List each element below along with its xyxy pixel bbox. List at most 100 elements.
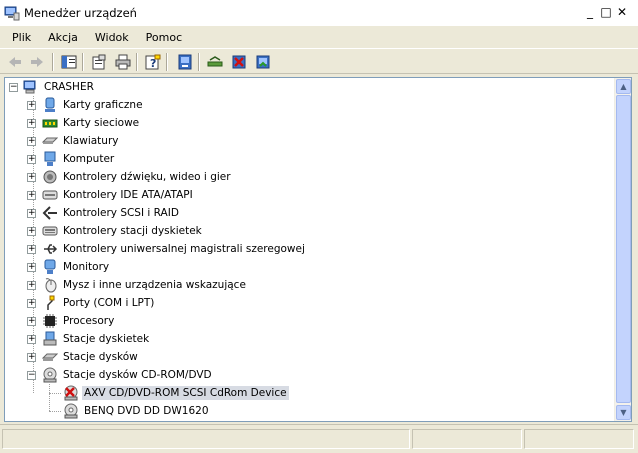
forward-button[interactable] (28, 53, 46, 71)
help-button[interactable]: ? (144, 53, 162, 71)
status-bar (0, 424, 638, 453)
cdrom-drive-icon (64, 403, 78, 419)
update-driver-button[interactable] (206, 53, 224, 71)
collapse-icon[interactable]: − (9, 82, 18, 92)
device-view-button[interactable] (176, 53, 194, 71)
device-view-icon (178, 54, 192, 70)
computer-icon (44, 151, 56, 166)
tree-item-processors[interactable]: + Procesory (27, 312, 116, 330)
selected-device-label: AXV CD/DVD-ROM SCSI CdRom Device (82, 386, 289, 400)
device-manager-window: Menedżer urządzeń _ □ ✕ Plik Akcja Widok… (0, 0, 638, 453)
expand-icon[interactable]: + (27, 190, 36, 200)
expand-icon[interactable]: + (27, 316, 36, 326)
print-button[interactable] (114, 53, 132, 71)
toolbar-separator (82, 53, 84, 71)
tree-item-keyboards[interactable]: + Klawiatury (27, 132, 120, 150)
expand-icon[interactable]: + (27, 154, 36, 164)
disk-drive-icon (42, 353, 58, 361)
scroll-thumb[interactable] (616, 95, 631, 403)
port-icon (47, 295, 55, 310)
show-hide-tree-button[interactable] (60, 53, 78, 71)
network-card-icon (42, 119, 58, 128)
tree-item-benq-dvd[interactable]: BENQ DVD DD DW1620 (63, 402, 211, 420)
tree-connector (49, 411, 61, 412)
properties-button[interactable] (90, 53, 108, 71)
tree-item-disk-drives[interactable]: + Stacje dysków (27, 348, 140, 366)
uninstall-icon (232, 55, 246, 69)
tree-item-graphics-cards[interactable]: + Karty graficzne (27, 96, 145, 114)
expand-icon[interactable]: + (27, 352, 36, 362)
expand-icon[interactable]: + (27, 262, 36, 272)
expand-icon[interactable]: + (27, 244, 36, 254)
scsi-controller-icon (42, 206, 57, 220)
tree-item-ports[interactable]: + Porty (COM i LPT) (27, 294, 156, 312)
tree-root-label: CRASHER (44, 81, 94, 93)
disabled-cdrom-icon (64, 385, 78, 401)
expand-icon[interactable]: + (27, 208, 36, 218)
tree-root[interactable]: − CRASHER (9, 78, 96, 96)
expand-icon[interactable]: + (27, 298, 36, 308)
menu-bar: Plik Akcja Widok Pomoc (0, 26, 638, 48)
uninstall-button[interactable] (230, 53, 248, 71)
tree-connector (49, 384, 50, 411)
expand-icon[interactable]: + (27, 136, 36, 146)
toolbar-separator (198, 53, 200, 71)
status-panel-tertiary (524, 429, 634, 449)
expand-icon[interactable]: + (27, 118, 36, 128)
expand-icon[interactable]: + (27, 100, 36, 110)
scan-hardware-button[interactable] (254, 53, 272, 71)
monitor-icon (44, 259, 56, 274)
tree-item-cdrom-dvd[interactable]: − Stacje dysków CD-ROM/DVD (27, 366, 214, 384)
minimize-button[interactable]: _ (582, 4, 598, 20)
tree-connector (49, 393, 61, 394)
show-hide-tree-icon (61, 55, 77, 69)
floppy-drive-icon (43, 331, 57, 346)
close-button[interactable]: ✕ (614, 4, 630, 20)
window-title: Menedżer urządzeń (24, 6, 137, 20)
scan-hardware-icon (256, 55, 270, 69)
menu-akcja[interactable]: Akcja (42, 29, 84, 46)
menu-widok[interactable]: Widok (89, 29, 135, 46)
vertical-scrollbar[interactable]: ▲ ▼ (614, 78, 631, 421)
tree-item-network-cards[interactable]: + Karty sieciowe (27, 114, 141, 132)
tree-item-floppy-controllers[interactable]: + Kontrolery stacji dyskietek (27, 222, 204, 240)
tree-item-monitors[interactable]: + Monitory (27, 258, 111, 276)
computer-icon (23, 80, 36, 94)
cdrom-drive-icon (43, 367, 57, 383)
tree-item-floppy-drives[interactable]: + Stacje dyskietek (27, 330, 151, 348)
toolbar-separator (52, 53, 54, 71)
properties-icon (92, 54, 106, 70)
processor-icon (43, 314, 57, 328)
expand-icon[interactable]: + (27, 280, 36, 290)
status-panel-main (2, 429, 410, 449)
forward-icon (31, 57, 43, 67)
expand-icon[interactable]: + (27, 172, 36, 182)
maximize-button[interactable]: □ (598, 4, 614, 20)
menu-pomoc[interactable]: Pomoc (140, 29, 188, 46)
status-panel-secondary (412, 429, 522, 449)
display-adapter-icon (45, 97, 55, 112)
tree-item-ide-ata[interactable]: + Kontrolery IDE ATA/ATAPI (27, 186, 195, 204)
toolbar-separator (136, 53, 138, 71)
device-tree[interactable]: − CRASHER + Karty graficzne + Karty siec… (4, 77, 632, 422)
tree-item-axv-cdrom[interactable]: AXV CD/DVD-ROM SCSI CdRom Device (63, 384, 289, 402)
menu-plik[interactable]: Plik (6, 29, 37, 46)
print-icon (115, 54, 131, 70)
keyboard-icon (42, 137, 58, 144)
tree-item-mice[interactable]: + Mysz i inne urządzenia wskazujące (27, 276, 248, 294)
tree-item-computer[interactable]: + Komputer (27, 150, 116, 168)
collapse-icon[interactable]: − (27, 370, 36, 380)
scroll-down-button[interactable]: ▼ (616, 405, 631, 420)
tree-item-sound-video[interactable]: + Kontrolery dźwięku, wideo i gier (27, 168, 233, 186)
back-button[interactable] (6, 53, 24, 71)
tree-item-usb-controllers[interactable]: + Kontrolery uniwersalnej magistrali sze… (27, 240, 307, 258)
tree-item-scsi-raid[interactable]: + Kontrolery SCSI i RAID (27, 204, 181, 222)
expand-icon[interactable]: + (27, 226, 36, 236)
back-icon (9, 57, 21, 67)
title-bar[interactable]: Menedżer urządzeń _ □ ✕ (0, 0, 638, 26)
toolbar: ? (0, 48, 638, 74)
expand-icon[interactable]: + (27, 334, 36, 344)
scroll-up-button[interactable]: ▲ (616, 79, 631, 94)
speaker-icon (43, 170, 57, 184)
floppy-controller-icon (42, 226, 58, 236)
